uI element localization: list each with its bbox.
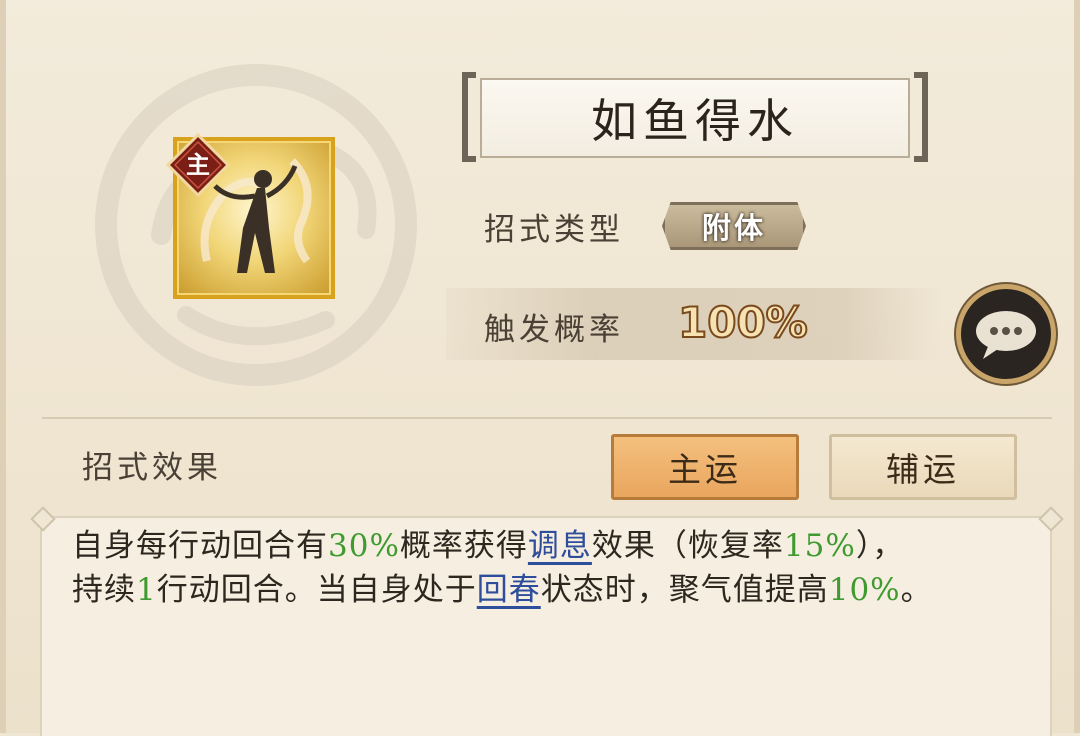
keyword-link-huichun[interactable]: 回春 xyxy=(477,572,541,608)
effect-description: 自身每行动回合有30%概率获得调息效果（恢复率15%）， 持续1行动回合。当自身处… xyxy=(72,524,1032,612)
keyword-link-tiaoxi[interactable]: 调息 xyxy=(528,528,592,564)
desc-text: 持续 xyxy=(72,572,136,608)
chat-button[interactable] xyxy=(956,284,1056,384)
desc-text: 概率获得 xyxy=(399,528,528,564)
probability-value: 100% xyxy=(677,297,809,348)
tab-main-cultivation[interactable]: 主运 xyxy=(611,434,799,500)
tab-aux-cultivation[interactable]: 辅运 xyxy=(829,434,1017,500)
desc-value: 30% xyxy=(328,528,400,564)
desc-value: 1 xyxy=(136,572,157,608)
type-label: 招式类型 xyxy=(484,212,624,248)
title-bracket-left xyxy=(462,72,476,162)
speech-bubble-icon xyxy=(976,311,1036,359)
desc-value: 15% xyxy=(783,528,856,564)
desc-text: 效果（恢复率 xyxy=(591,528,784,564)
title-bracket-right xyxy=(914,72,928,162)
desc-text: 行动回合。当自身处于 xyxy=(156,572,477,608)
skill-name: 如鱼得水 xyxy=(480,78,910,158)
probability-label: 触发概率 xyxy=(484,312,624,348)
main-badge-label: 主 xyxy=(186,150,210,179)
desc-text: 。 xyxy=(900,572,933,608)
desc-value: 10% xyxy=(828,572,901,608)
desc-text: ）， xyxy=(855,528,905,564)
section-divider xyxy=(42,417,1052,419)
desc-text: 自身每行动回合有 xyxy=(72,528,328,564)
effect-label: 招式效果 xyxy=(82,450,222,486)
type-tag: 附体 xyxy=(662,202,806,250)
skill-detail-panel: 主 如鱼得水 招式类型 附体 触发概率 100% 招式效果 主运 辅运 自身每行… xyxy=(0,0,1080,736)
desc-text: 状态时，聚气值提高 xyxy=(540,572,829,608)
